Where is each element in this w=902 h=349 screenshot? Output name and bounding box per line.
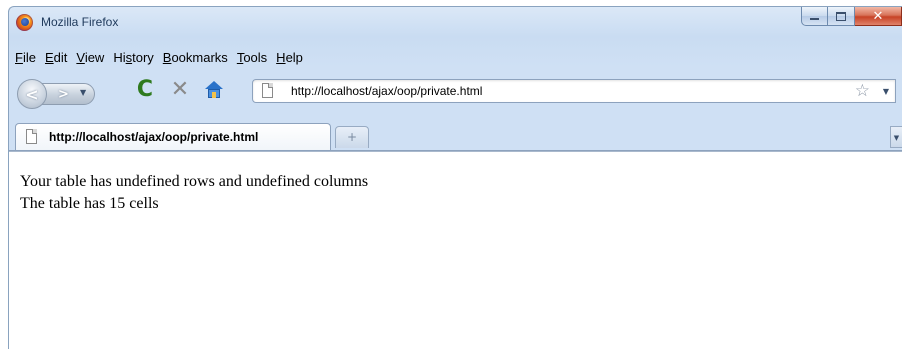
list-all-tabs-button[interactable]: ▼ (890, 126, 902, 148)
firefox-logo-icon (16, 14, 33, 31)
url-input[interactable]: http://localhost/ajax/oop/private.html (291, 84, 482, 98)
menu-edit[interactable]: Edit (41, 47, 71, 69)
caption-buttons: ✕ (801, 7, 902, 27)
tab-strip: http://localhost/ajax/oop/private.html +… (9, 120, 902, 151)
chevron-down-icon: ▼ (893, 134, 900, 142)
home-button[interactable] (203, 79, 225, 101)
menu-bookmarks[interactable]: Bookmarks (159, 47, 232, 69)
menu-history[interactable]: History (109, 47, 157, 69)
forward-icon: > (58, 86, 69, 102)
tab-page-icon (26, 129, 37, 144)
back-forward-group: > < ▼ (17, 79, 125, 109)
navigation-toolbar: > < ▼ C ✕ http://localhost/ajax/oop/priv… (9, 75, 902, 109)
window-title: Mozilla Firefox (41, 15, 119, 29)
content-line-2: The table has 15 cells (20, 195, 159, 212)
reload-icon: C (136, 77, 154, 102)
page-content: Your table has undefined rows and undefi… (9, 151, 902, 349)
maximize-button[interactable] (828, 7, 855, 26)
url-bar[interactable]: http://localhost/ajax/oop/private.html ☆… (252, 79, 896, 103)
menu-bar: File Edit View History Bookmarks Tools H… (9, 47, 308, 69)
stop-button[interactable]: ✕ (169, 79, 191, 101)
menu-file[interactable]: File (9, 47, 40, 69)
forward-button[interactable]: > (39, 83, 95, 105)
back-icon: < (25, 84, 39, 104)
menu-tools[interactable]: Tools (233, 47, 271, 69)
back-button[interactable]: < (17, 79, 47, 109)
menu-view[interactable]: View (72, 47, 108, 69)
tab-title: http://localhost/ajax/oop/private.html (49, 130, 259, 144)
minimize-icon (810, 18, 819, 20)
stop-icon: ✕ (170, 77, 190, 102)
url-dropdown-icon[interactable]: ▼ (883, 87, 889, 96)
page-icon (262, 83, 273, 98)
title-bar: Mozilla Firefox ✕ (9, 7, 902, 37)
close-button[interactable]: ✕ (855, 7, 902, 26)
tab-active[interactable]: http://localhost/ajax/oop/private.html (15, 123, 331, 150)
browser-window: Mozilla Firefox ✕ File Edit View History… (8, 6, 902, 349)
content-line-1: Your table has undefined rows and undefi… (20, 173, 369, 190)
new-tab-button[interactable]: + (335, 126, 369, 148)
maximize-icon (836, 11, 846, 21)
close-icon: ✕ (872, 8, 884, 24)
history-dropdown-icon[interactable]: ▼ (80, 88, 86, 97)
reload-button[interactable]: C (134, 79, 156, 101)
plus-icon: + (346, 130, 358, 144)
minimize-button[interactable] (801, 7, 828, 26)
menu-help[interactable]: Help (272, 47, 307, 69)
bookmark-star-icon[interactable]: ☆ (855, 81, 870, 101)
